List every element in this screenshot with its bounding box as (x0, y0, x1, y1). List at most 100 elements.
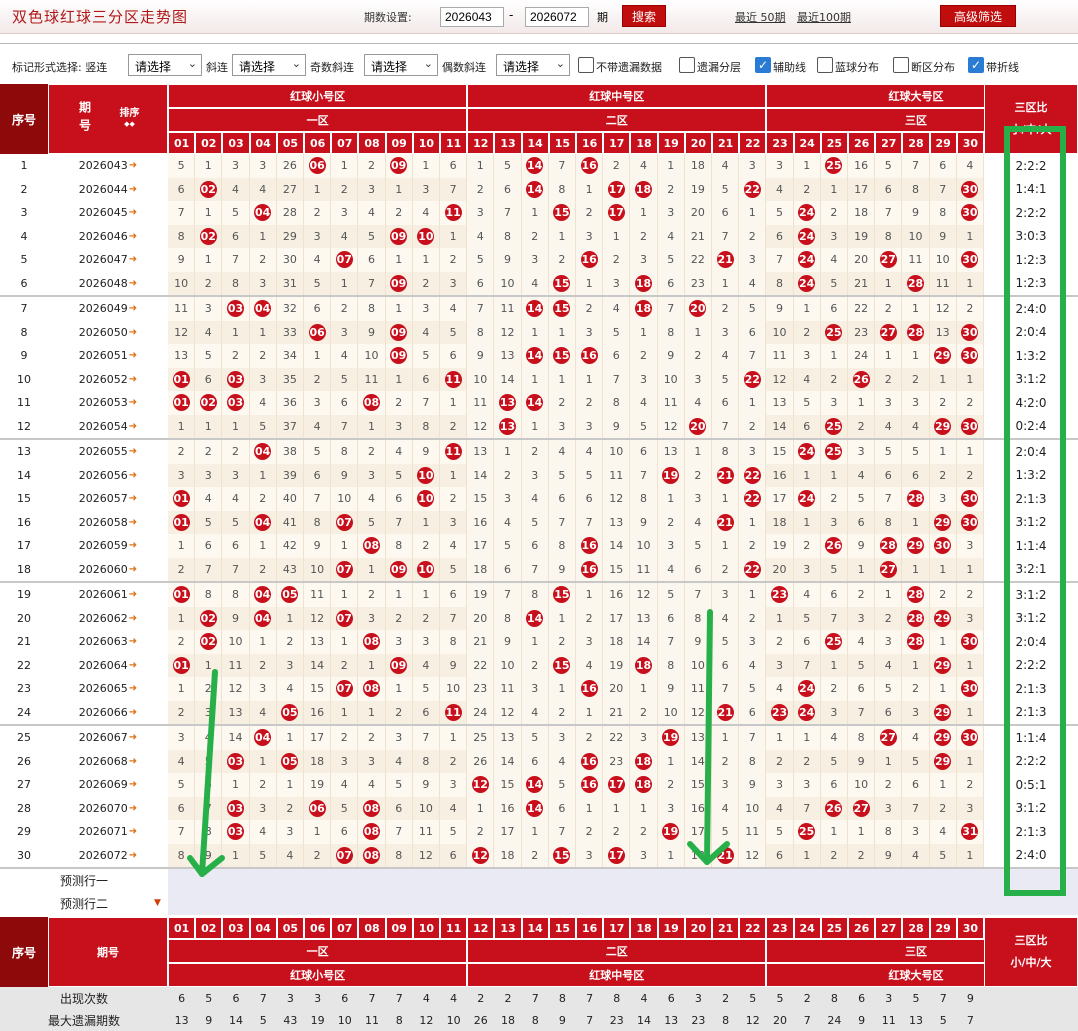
red-ball: 30 (956, 320, 984, 344)
period-from-input[interactable]: 2026043 (440, 7, 504, 27)
number-header: 04 (249, 132, 277, 154)
miss-count: 4 (440, 796, 468, 820)
red-ball: 17 (607, 846, 625, 864)
miss-count: 1 (467, 796, 495, 820)
vertical-connect-select[interactable]: 请选择 ⌄ (128, 54, 202, 76)
arrow-right-icon: ➜ (128, 706, 138, 718)
miss-count: 6 (848, 510, 876, 534)
arrow-right-icon: ➜ (128, 540, 138, 552)
issue-text: 2026060 (78, 562, 128, 576)
miss-count: 1 (929, 630, 957, 654)
miss-count: 4 (684, 391, 712, 415)
advanced-filter-button[interactable]: 高级筛选 (940, 5, 1016, 27)
stat-value: 5 (766, 987, 794, 1009)
stat-value: 12 (739, 1009, 767, 1031)
recent-50-link[interactable]: 最近 50期 (735, 9, 786, 25)
checkbox-3[interactable] (817, 57, 833, 73)
checkbox-5[interactable]: ✓ (968, 57, 984, 73)
miss-count: 14 (684, 749, 712, 773)
miss-count: 19 (467, 583, 495, 607)
miss-count: 1 (222, 773, 250, 797)
miss-count: 6 (385, 796, 413, 820)
issue-text: 2026072 (78, 848, 128, 862)
miss-count: 1 (956, 367, 984, 391)
miss-count: 10 (848, 773, 876, 797)
miss-count: 3 (902, 700, 930, 724)
dropdown-arrow-icon[interactable]: ▼ (154, 898, 161, 908)
miss-count: 8 (712, 440, 740, 464)
red-ball: 04 (254, 609, 272, 627)
sort-button[interactable]: 排序 ◆◆ (120, 108, 140, 130)
miss-count: 9 (929, 224, 957, 248)
checkbox-0[interactable] (578, 57, 594, 73)
miss-count: 4 (331, 224, 359, 248)
stat-value: 2 (712, 987, 740, 1009)
row-seq: 22 (0, 653, 48, 677)
miss-count: 16 (304, 700, 332, 724)
checkbox-4[interactable] (893, 57, 909, 73)
search-button[interactable]: 搜索 (622, 5, 666, 27)
red-ball: 17 (607, 180, 625, 198)
period-to-input[interactable]: 2026072 (525, 7, 589, 27)
arrow-right-icon: ➜ (128, 254, 138, 266)
red-ball: 11 (444, 370, 462, 388)
miss-count: 11 (657, 391, 685, 415)
miss-count: 4 (684, 510, 712, 534)
miss-count: 3 (249, 154, 277, 178)
miss-count: 4 (712, 344, 740, 368)
miss-count: 4 (331, 773, 359, 797)
forecast-row[interactable] (168, 869, 1078, 892)
miss-count: 10 (331, 487, 359, 511)
footer-number-header: 07 (331, 917, 359, 939)
miss-count: 12 (412, 843, 440, 867)
miss-count: 30 (276, 248, 304, 272)
miss-count: 2 (875, 773, 903, 797)
red-ball: 09 (390, 347, 408, 365)
miss-count: 3 (276, 653, 304, 677)
miss-count: 11 (494, 297, 522, 321)
miss-count: 26 (276, 154, 304, 178)
issue-text: 2026047 (78, 253, 128, 267)
miss-count: 5 (820, 557, 848, 581)
checkbox-1[interactable] (679, 57, 695, 73)
forecast-row[interactable] (168, 892, 1078, 915)
odd-diag-select[interactable]: 请选择 ⌄ (364, 54, 438, 76)
miss-count: 6 (222, 534, 250, 558)
miss-count: 1 (739, 583, 767, 607)
miss-count: 1 (820, 344, 848, 368)
red-ball: 04 (249, 583, 277, 607)
row-issue: 2026071 ➜ (48, 820, 168, 844)
miss-count: 1 (576, 700, 604, 724)
red-ball: 19 (657, 463, 685, 487)
miss-count: 1 (440, 463, 468, 487)
miss-count: 2 (603, 248, 631, 272)
miss-count: 10 (358, 344, 386, 368)
miss-count: 3 (576, 630, 604, 654)
miss-count: 15 (684, 773, 712, 797)
red-ball: 11 (440, 201, 468, 225)
miss-count: 10 (494, 271, 522, 295)
even-diag-select[interactable]: 请选择 ⌄ (496, 54, 570, 76)
miss-count: 5 (304, 271, 332, 295)
miss-count: 23 (848, 320, 876, 344)
red-ball: 28 (879, 537, 897, 555)
red-ball: 05 (281, 703, 299, 721)
red-ball: 29 (934, 417, 952, 435)
miss-count: 4 (331, 344, 359, 368)
miss-count: 6 (820, 773, 848, 797)
miss-count: 21 (467, 630, 495, 654)
miss-count: 4 (875, 414, 903, 438)
miss-count: 16 (848, 154, 876, 178)
miss-count: 40 (276, 487, 304, 511)
top-bar: 双色球红球三分区走势图 期数设置: 2026043 - 2026072 期 搜索… (0, 0, 1078, 34)
recent-100-link[interactable]: 最近100期 (797, 9, 851, 25)
diag-connect-select[interactable]: 请选择 ⌄ (232, 54, 306, 76)
red-ball: 29 (934, 513, 952, 531)
stat-value: 2 (793, 987, 821, 1009)
checkbox-2[interactable]: ✓ (755, 57, 771, 73)
miss-count: 7 (494, 583, 522, 607)
red-ball: 24 (793, 487, 821, 511)
miss-count: 4 (576, 653, 604, 677)
miss-count: 19 (603, 653, 631, 677)
footer-number-header: 25 (820, 917, 848, 939)
